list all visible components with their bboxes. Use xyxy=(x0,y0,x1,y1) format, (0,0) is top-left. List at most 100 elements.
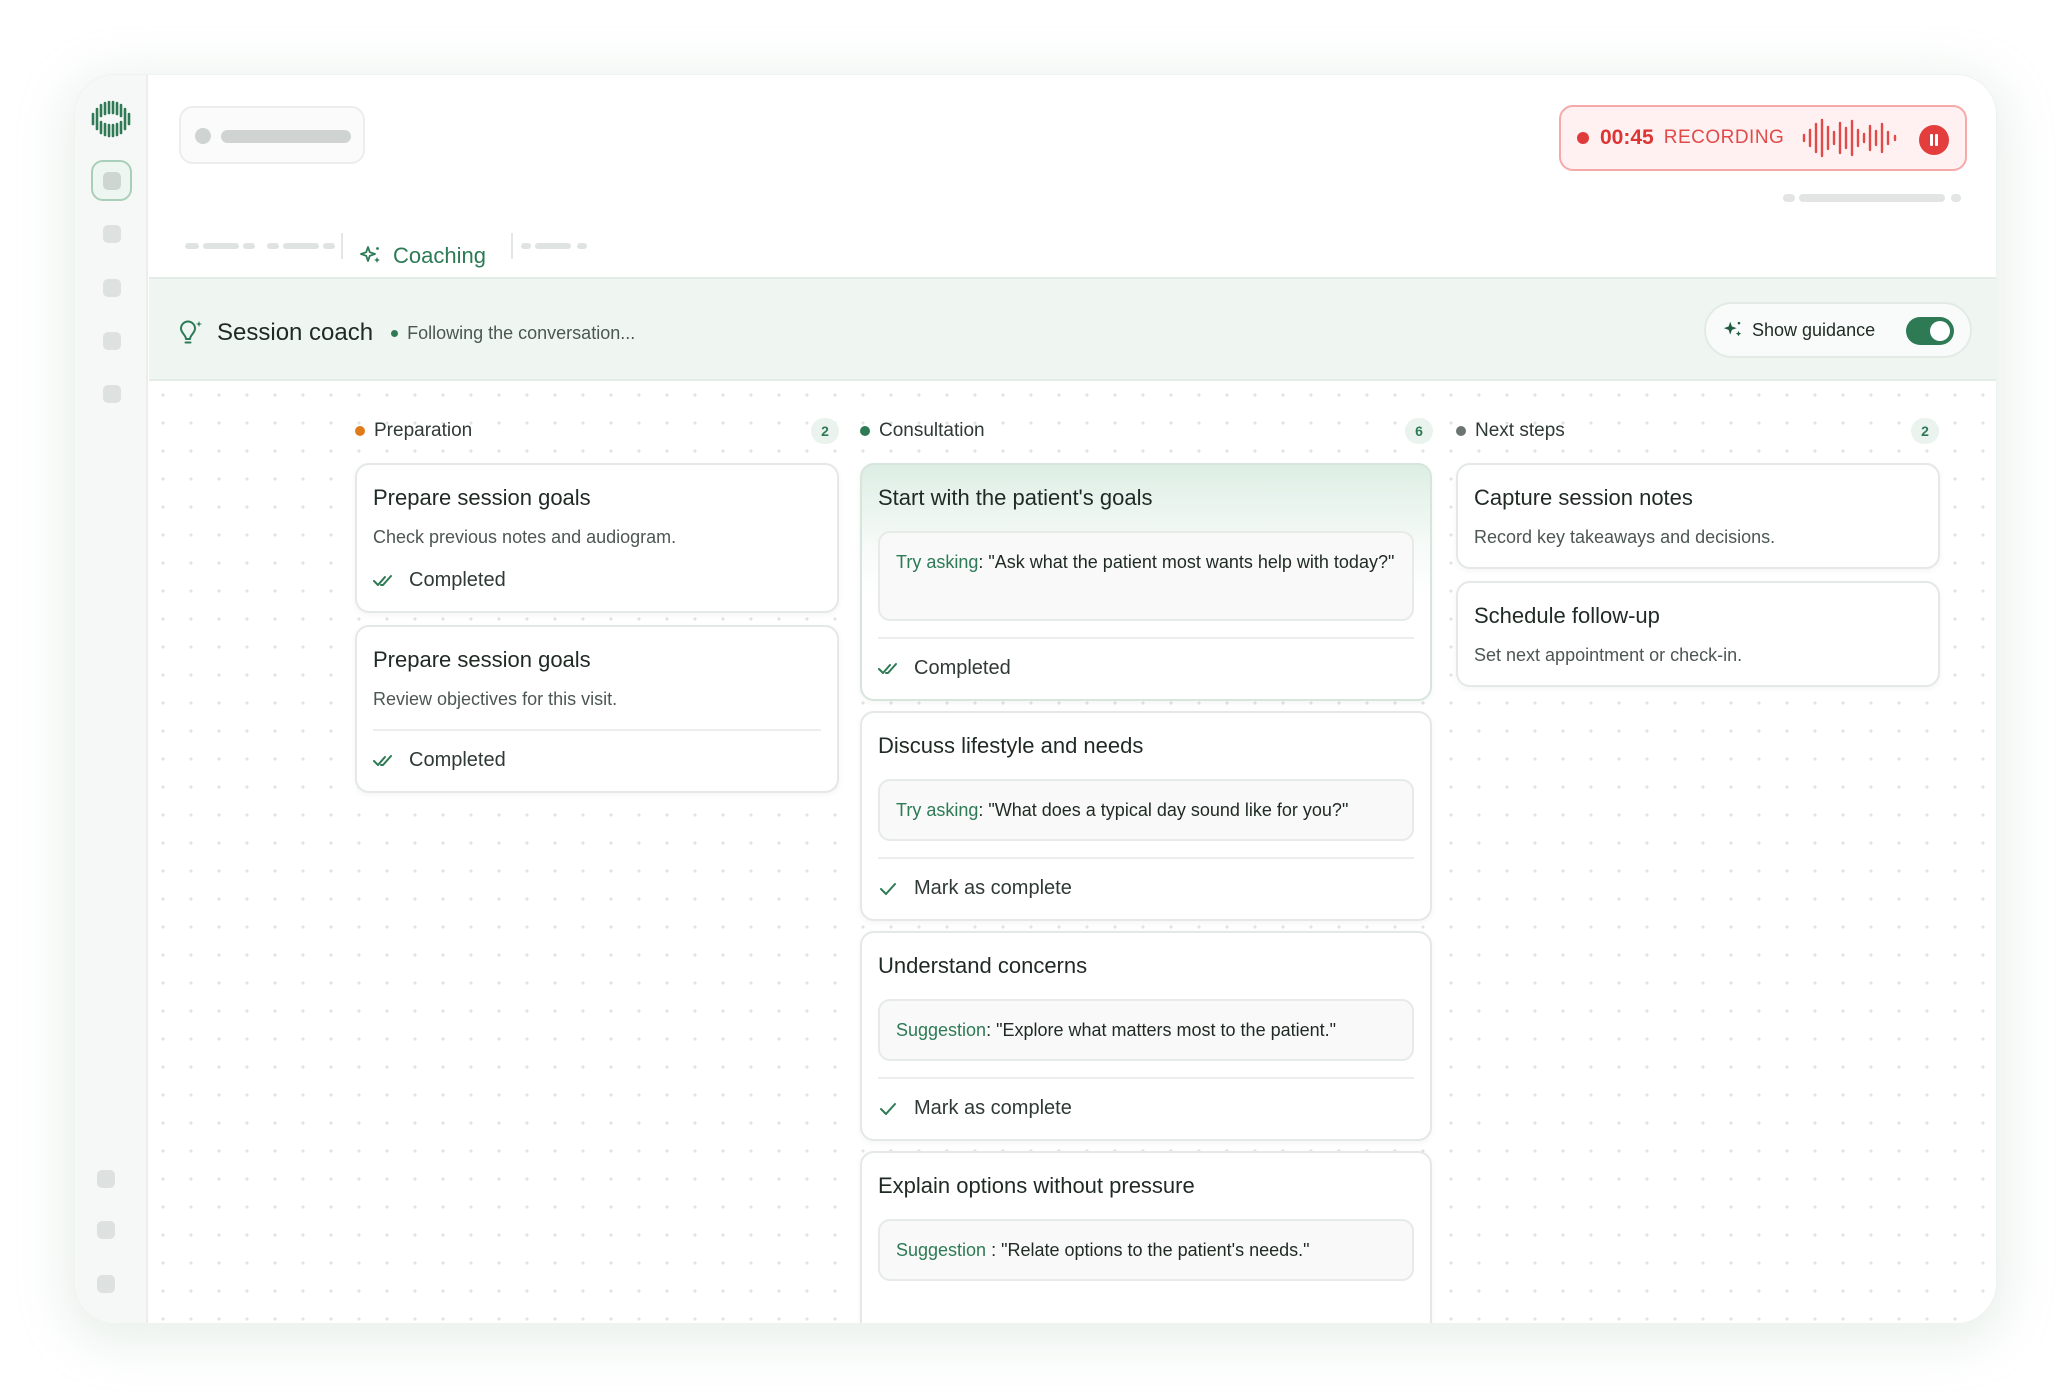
prompt-key: Try asking xyxy=(896,552,979,572)
tab-placeholder[interactable] xyxy=(283,243,319,249)
prompt-text: : "Ask what the patient most wants help … xyxy=(978,552,1395,572)
card-title: Understand concerns xyxy=(878,953,1088,978)
card-status: Completed xyxy=(878,657,1011,680)
check-icon xyxy=(880,882,896,895)
mark-complete-button[interactable]: Mark as complete xyxy=(878,1097,1072,1120)
lightbulb-icon xyxy=(180,320,202,344)
task-card[interactable]: Understand concerns Suggestion: "Explore… xyxy=(860,931,1432,1141)
card-title: Prepare session goals xyxy=(373,647,591,672)
status-dot-icon xyxy=(1456,426,1466,436)
tab-placeholder[interactable] xyxy=(243,243,255,249)
double-check-icon xyxy=(373,754,392,766)
tab-placeholder[interactable] xyxy=(535,243,571,249)
nav-icon xyxy=(103,172,121,190)
task-card[interactable]: Start with the patient's goals Try askin… xyxy=(860,463,1432,701)
card-title: Prepare session goals xyxy=(373,485,591,510)
column-count-badge: 2 xyxy=(811,418,839,444)
card-status: Completed xyxy=(373,749,506,772)
session-coach-header: Session coach Following the conversation… xyxy=(175,318,635,348)
card-description: Record key takeaways and decisions. xyxy=(1474,527,1776,547)
sidebar-item[interactable] xyxy=(103,225,121,243)
coaching-board: Preparation 2 Prepare session goals Chec… xyxy=(149,381,1996,1323)
card-divider xyxy=(373,729,821,731)
recording-label: RECORDING xyxy=(1663,127,1785,148)
column-count-badge: 2 xyxy=(1911,418,1939,444)
session-coach-title: Session coach xyxy=(217,319,374,346)
tab-placeholder[interactable] xyxy=(185,243,199,249)
card-status: Completed xyxy=(373,569,506,592)
placeholder-bar xyxy=(221,130,351,143)
card-description: Review objectives for this visit. xyxy=(373,689,618,709)
recording-indicator: 00:45 RECORDING xyxy=(1559,105,1967,171)
card-divider xyxy=(878,857,1414,859)
column-title: Consultation xyxy=(879,420,985,441)
placeholder-dot xyxy=(195,128,211,144)
card-title: Discuss lifestyle and needs xyxy=(878,733,1144,758)
sidebar xyxy=(75,75,148,1323)
recording-dot-icon xyxy=(1577,132,1589,144)
sidebar-item[interactable] xyxy=(103,385,121,403)
task-card[interactable]: Schedule follow-up Set next appointment … xyxy=(1456,581,1940,687)
header-placeholder xyxy=(1783,194,1795,202)
status-dot-icon xyxy=(860,426,870,436)
session-coach-bar: Session coach Following the conversation… xyxy=(149,277,1996,381)
suggestion-prompt: Suggestion: "Explore what matters most t… xyxy=(878,999,1414,1061)
prompt-text: : "Explore what matters most to the pati… xyxy=(986,1020,1337,1040)
mark-complete-label: Mark as complete xyxy=(914,1097,1072,1119)
tab-placeholder[interactable] xyxy=(267,243,279,249)
pause-button[interactable] xyxy=(1919,125,1949,155)
sidebar-item[interactable] xyxy=(103,332,121,350)
sidebar-item-bottom[interactable] xyxy=(97,1170,115,1188)
sparkle-icon xyxy=(360,245,380,263)
logo-icon xyxy=(91,100,131,138)
header-placeholder xyxy=(1799,194,1945,202)
show-guidance-toggle[interactable] xyxy=(1906,317,1954,345)
prompt-key: Try asking xyxy=(896,800,979,820)
patient-selector-placeholder[interactable] xyxy=(179,106,365,164)
header-placeholder xyxy=(1951,194,1961,202)
sidebar-item-bottom[interactable] xyxy=(97,1221,115,1239)
tab-placeholder[interactable] xyxy=(203,243,239,249)
card-title: Start with the patient's goals xyxy=(878,485,1153,510)
card-divider xyxy=(878,637,1414,639)
mark-complete-button[interactable]: Mark as complete xyxy=(878,877,1072,900)
suggestion-prompt: Suggestion : "Relate options to the pati… xyxy=(878,1219,1414,1281)
prompt-text: : "Relate options to the patient's needs… xyxy=(991,1240,1310,1260)
app-window: 00:45 RECORDING Coaching Session coach F… xyxy=(75,75,1996,1323)
show-guidance-control[interactable]: Show guidance xyxy=(1704,302,1972,358)
task-card[interactable]: Discuss lifestyle and needs Try asking: … xyxy=(860,711,1432,921)
sidebar-item-active[interactable] xyxy=(91,160,132,201)
task-card[interactable]: Prepare session goals Review objectives … xyxy=(355,625,839,793)
task-card[interactable]: Prepare session goals Check previous not… xyxy=(355,463,839,613)
card-status-label: Completed xyxy=(914,657,1011,679)
card-description: Check previous notes and audiogram. xyxy=(373,527,677,547)
task-card[interactable]: Capture session notes Record key takeawa… xyxy=(1456,463,1940,569)
sidebar-item[interactable] xyxy=(103,279,121,297)
show-guidance-label: Show guidance xyxy=(1752,319,1876,340)
task-card[interactable]: Explain options without pressure Suggest… xyxy=(860,1151,1432,1323)
column-header: Next steps xyxy=(1456,417,1565,445)
tab-placeholder[interactable] xyxy=(323,243,335,249)
check-icon xyxy=(880,1102,896,1115)
sidebar-item-bottom[interactable] xyxy=(97,1275,115,1293)
card-status-label: Completed xyxy=(409,749,506,771)
column-header: Preparation xyxy=(355,417,472,445)
card-divider xyxy=(878,1077,1414,1079)
tab-divider xyxy=(511,233,513,259)
column-count-badge: 6 xyxy=(1405,418,1433,444)
try-asking-prompt: Try asking: "Ask what the patient most w… xyxy=(878,531,1414,621)
tab-coaching-label: Coaching xyxy=(393,242,486,268)
prompt-key: Suggestion xyxy=(896,1240,992,1260)
column-header: Consultation xyxy=(860,417,985,445)
try-asking-prompt: Try asking: "What does a typical day sou… xyxy=(878,779,1414,841)
card-description: Set next appointment or check-in. xyxy=(1474,645,1743,665)
double-check-icon xyxy=(373,574,392,586)
mark-complete-label: Mark as complete xyxy=(914,877,1072,899)
card-title: Schedule follow-up xyxy=(1474,603,1660,628)
tab-placeholder[interactable] xyxy=(577,243,587,249)
toggle-knob xyxy=(1930,321,1950,341)
double-check-icon xyxy=(878,662,897,674)
column-title: Preparation xyxy=(374,420,473,441)
tab-placeholder[interactable] xyxy=(521,243,531,249)
recording-time: 00:45 xyxy=(1600,126,1654,149)
